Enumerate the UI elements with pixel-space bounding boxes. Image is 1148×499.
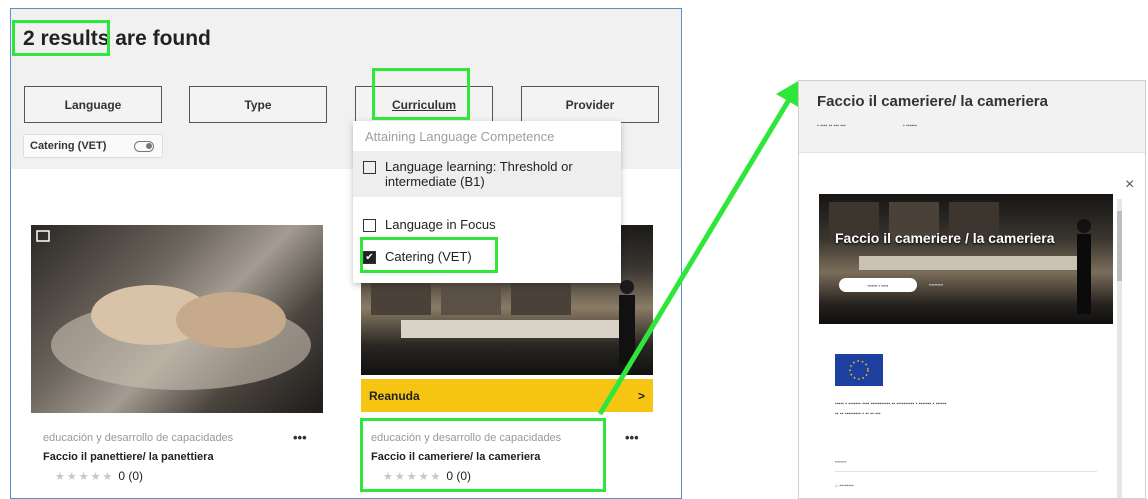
dropdown-option-language-in-focus[interactable]: Language in Focus (353, 217, 621, 232)
hero-start-button[interactable]: ▪▪▪▪▪▪▪ ▪ ▪▪▪▪▪ (839, 278, 917, 292)
detail-description: ▪▪▪▪▪ ▪ ▪▪▪▪▪▪▪ ▪▪▪▪ ▪▪▪▪▪▪▪▪▪▪▪ ▪▪ ▪▪▪▪… (835, 401, 947, 417)
highlight-selected-card (360, 418, 606, 492)
hero-secondary-link[interactable]: ▪▪▪▪▪▪▪▪▪▪ (929, 282, 943, 287)
checkbox-icon[interactable] (363, 219, 376, 232)
type-filter-button[interactable]: Type (189, 86, 327, 123)
chip-label: Catering (VET) (30, 140, 107, 152)
detail-title: Faccio il cameriere/ la cameriera (817, 93, 1048, 110)
detail-hero-image: Faccio il cameriere / la cameriera ▪▪▪▪▪… (819, 194, 1113, 324)
resume-button[interactable]: Reanuda > (361, 379, 653, 412)
highlight-curriculum (372, 68, 470, 120)
scrollbar-thumb[interactable] (1117, 211, 1122, 281)
detail-meta-2: ▪ ▪▪▪▪▪▪ (903, 123, 917, 129)
checkbox-icon[interactable] (363, 161, 376, 174)
eu-flag-icon (835, 354, 883, 386)
chevron-right-icon: > (637, 388, 645, 403)
detail-section-label: ▪▪▪▪▪▪▪▪ (835, 459, 847, 464)
card-title[interactable]: Faccio il panettiere/ la panettiera (43, 451, 214, 463)
detail-divider (835, 471, 1097, 472)
restaurant-hero-illustration (829, 202, 1091, 314)
rating-stars-icon: ★★★★★ (55, 471, 115, 483)
resume-label: Reanuda (369, 388, 420, 403)
active-filter-chip[interactable]: Catering (VET) (23, 134, 163, 158)
chip-toggle-icon[interactable] (134, 141, 154, 152)
language-filter-button[interactable]: Language (24, 86, 162, 123)
dropdown-heading: Attaining Language Competence (365, 129, 555, 144)
translate-link[interactable]: ⌂ ▪▪▪▪▪▪▪▪ (835, 483, 854, 489)
card-rating: ★★★★★ 0 (0) (55, 469, 143, 483)
card-category: educación y desarrollo de capacidades (43, 432, 234, 444)
dropdown-option-b1[interactable]: Language learning: Threshold or intermed… (353, 151, 621, 197)
rating-value: 0 (0) (118, 469, 143, 483)
card-more-icon[interactable]: ••• (625, 430, 639, 445)
course-image-panettiere[interactable] (31, 225, 323, 413)
course-detail-panel: Faccio il cameriere/ la cameriera ▪ ▪▪▪▪… (798, 80, 1146, 499)
option-label: Language in Focus (385, 217, 496, 232)
card-more-icon[interactable]: ••• (293, 430, 307, 445)
detail-header (799, 81, 1145, 153)
hero-title: Faccio il cameriere / la cameriera (835, 230, 1055, 246)
close-icon[interactable]: × (1125, 176, 1134, 194)
provider-filter-button[interactable]: Provider (521, 86, 659, 123)
highlight-catering-option (360, 237, 498, 273)
option-label: Language learning: Threshold or intermed… (385, 159, 573, 189)
dough-hands-illustration (36, 230, 311, 390)
highlight-results-count (12, 20, 110, 56)
detail-meta-1: ▪ ▪▪▪▪ ▪▪ ▪▪▪ ▪▪▪ (817, 123, 846, 129)
eu-stars-icon (849, 360, 869, 380)
